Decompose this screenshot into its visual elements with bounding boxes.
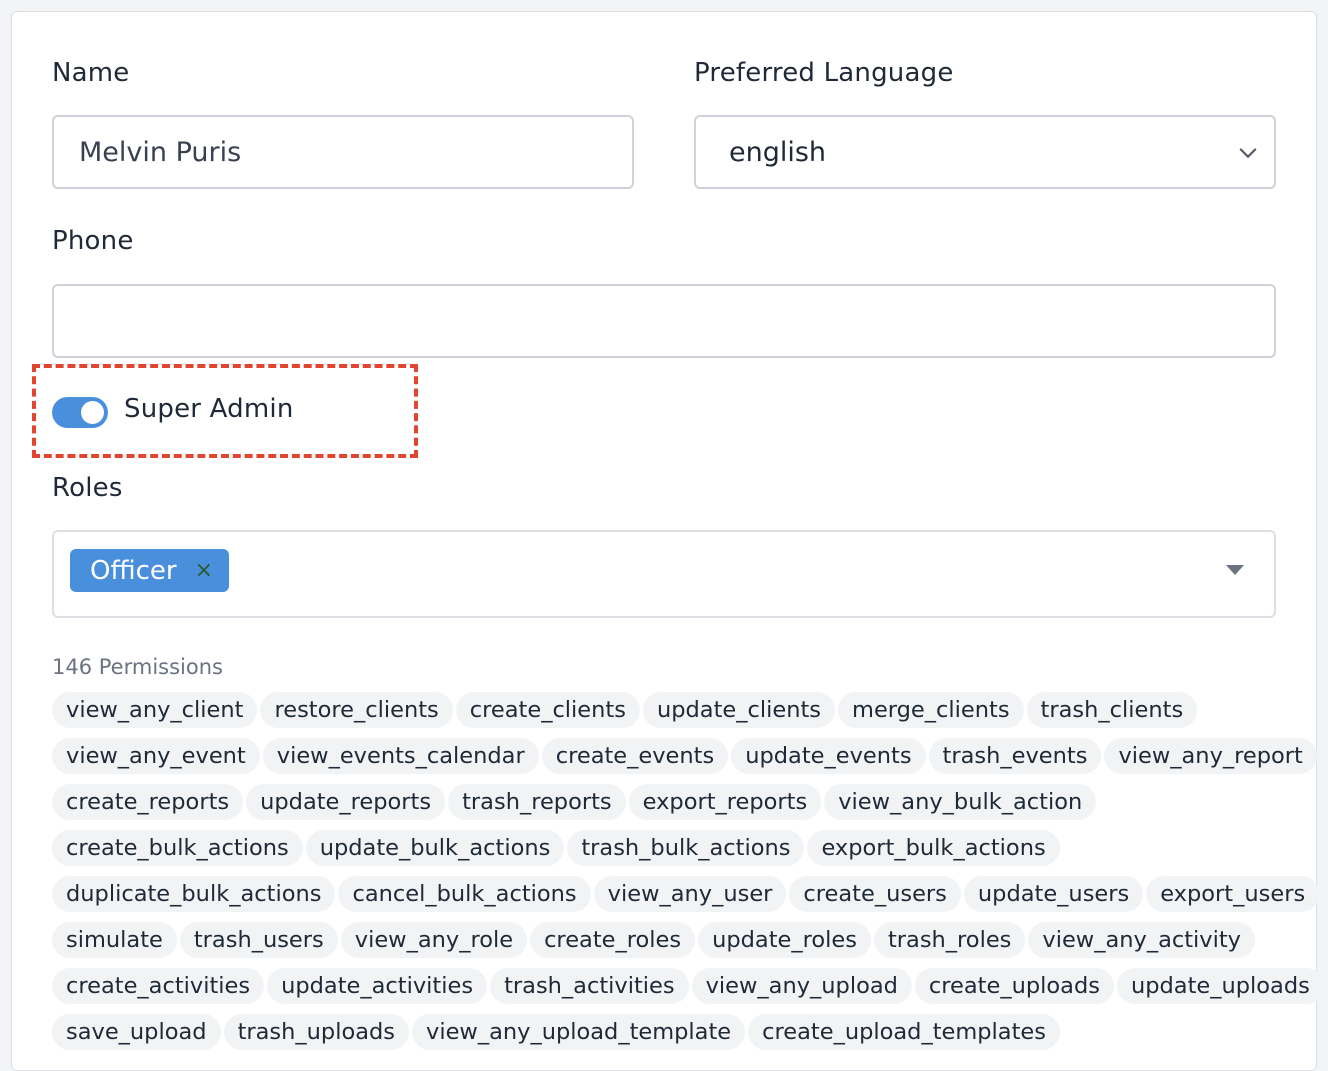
permission-chip: merge_clients — [838, 692, 1024, 728]
permission-chip: export_bulk_actions — [807, 830, 1060, 866]
name-label: Name — [52, 58, 130, 88]
super-admin-toggle[interactable] — [52, 397, 108, 428]
super-admin-label: Super Admin — [124, 394, 294, 424]
permission-chip: view_any_upload_template — [412, 1014, 746, 1050]
permission-chip: trash_events — [928, 738, 1102, 774]
permission-chip: save_upload — [52, 1014, 221, 1050]
permission-chip: view_any_report — [1104, 738, 1317, 774]
roles-multiselect[interactable]: Officer × — [52, 530, 1276, 618]
permission-chip: update_events — [731, 738, 926, 774]
permission-chip: view_events_calendar — [262, 738, 539, 774]
permission-chip: trash_uploads — [223, 1014, 410, 1050]
permission-chip: create_bulk_actions — [52, 830, 303, 866]
role-tag-label: Officer — [90, 555, 177, 586]
permission-chip: view_any_bulk_action — [824, 784, 1097, 820]
permission-chip: create_events — [541, 738, 729, 774]
permission-chip: cancel_bulk_actions — [338, 876, 591, 912]
permission-chip: view_any_client — [52, 692, 258, 728]
chevron-down-icon — [1239, 141, 1257, 159]
permission-row: save_upload trash_uploads view_any_upload_… — [52, 1014, 1292, 1060]
permission-chip: view_any_activity — [1028, 922, 1256, 958]
permission-chip: create_users — [789, 876, 961, 912]
permission-row: view_any_client restore_clients create_cli… — [52, 692, 1292, 738]
permission-chip: create_activities — [52, 968, 265, 1004]
permission-chip: trash_users — [179, 922, 338, 958]
permission-chip: export_users — [1146, 876, 1320, 912]
permission-chip: update_activities — [267, 968, 488, 1004]
permission-chip: update_uploads — [1116, 968, 1324, 1004]
permission-row: create_activities update_activities trash_… — [52, 968, 1324, 1014]
role-tag-officer: Officer × — [70, 549, 230, 592]
permission-chip: view_any_role — [340, 922, 528, 958]
permission-chip: update_users — [963, 876, 1144, 912]
permission-chip: duplicate_bulk_actions — [52, 876, 336, 912]
language-label: Preferred Language — [694, 58, 954, 88]
permission-chip: create_upload_templates — [748, 1014, 1060, 1050]
permission-row: create_bulk_actions update_bulk_actions tr… — [52, 830, 1292, 876]
permission-chip: view_any_event — [52, 738, 260, 774]
permissions-list: view_any_client restore_clients create_cli… — [52, 692, 1324, 1060]
phone-input[interactable] — [52, 284, 1276, 358]
permission-chip: trash_reports — [448, 784, 626, 820]
language-value: english — [729, 136, 827, 168]
remove-role-icon[interactable]: × — [195, 558, 213, 583]
permission-chip: create_uploads — [914, 968, 1114, 1004]
permission-row: simulate trash_users view_any_role create_r… — [52, 922, 1292, 968]
permission-chip: update_clients — [642, 692, 836, 728]
permission-row: view_any_event view_events_calendar create… — [52, 738, 1317, 784]
roles-label: Roles — [52, 473, 123, 503]
phone-label: Phone — [52, 226, 134, 256]
name-input[interactable] — [52, 115, 634, 189]
permission-chip: create_reports — [52, 784, 244, 820]
permission-chip: trash_roles — [873, 922, 1026, 958]
permission-chip: update_bulk_actions — [305, 830, 565, 866]
permission-chip: simulate — [52, 922, 177, 958]
language-select[interactable]: english — [694, 115, 1276, 189]
permission-chip: trash_activities — [490, 968, 689, 1004]
permission-chip: create_clients — [455, 692, 640, 728]
permission-chip: update_roles — [698, 922, 871, 958]
permission-chip: view_any_upload — [691, 968, 912, 1004]
permission-chip: create_roles — [530, 922, 696, 958]
dropdown-caret-icon[interactable] — [1226, 565, 1244, 575]
permission-row: create_reports update_reports trash_report… — [52, 784, 1292, 830]
toggle-knob — [81, 401, 104, 424]
permission-chip: restore_clients — [260, 692, 453, 728]
permission-chip: trash_bulk_actions — [567, 830, 805, 866]
permissions-count: 146 Permissions — [52, 655, 223, 679]
permission-row: duplicate_bulk_actions cancel_bulk_action… — [52, 876, 1320, 922]
permission-chip: view_any_user — [593, 876, 787, 912]
permission-chip: trash_clients — [1026, 692, 1198, 728]
permission-chip: update_reports — [246, 784, 446, 820]
permission-chip: export_reports — [628, 784, 822, 820]
